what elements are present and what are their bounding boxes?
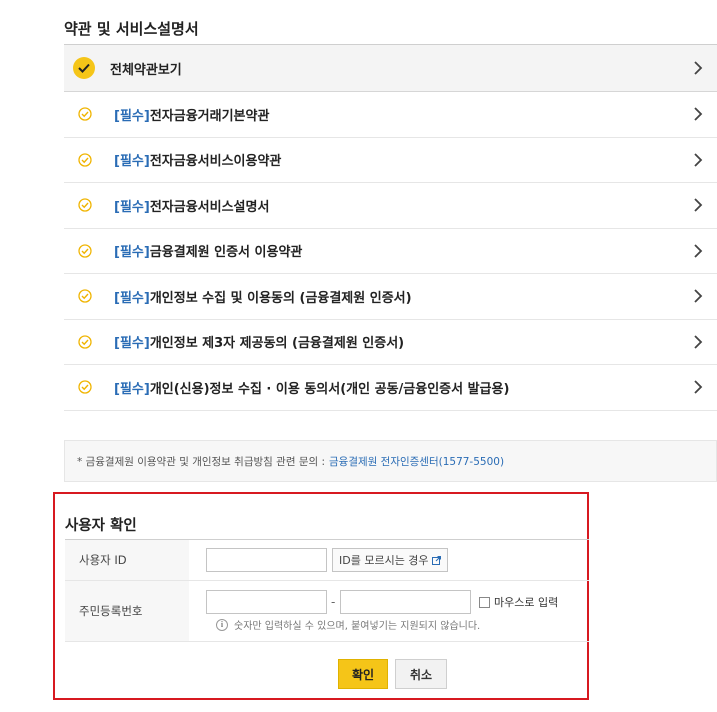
rrn-dash: - [331, 595, 336, 609]
rrn-hint-text: 숫자만 입력하실 수 있으며, 붙여넣기는 지원되지 않습니다. [234, 621, 481, 632]
notice-text: * 금융결제원 이용약관 및 개인정보 취급방침 관련 문의 : [77, 455, 326, 468]
term-row[interactable]: [필수]전자금융서비스설명서 [64, 183, 717, 229]
chevron-right-icon[interactable] [693, 335, 703, 349]
verify-title: 사용자 확인 [65, 518, 137, 534]
chevron-right-icon[interactable] [693, 61, 703, 75]
check-circle-outline-icon[interactable] [78, 198, 92, 212]
external-link-icon [431, 555, 441, 565]
find-id-label: ID를 모르시는 경우 [339, 554, 429, 567]
user-verify-panel: 사용자 확인 사용자 ID ID를 모르시는 경우 주민등록번호 - 마우스로 … [53, 492, 589, 700]
term-required-tag: [필수] [114, 290, 150, 306]
form-row-rrn: 주민등록번호 - 마우스로 입력 i 숫자만 입력하실 수 있으며, 붙여넣기는… [65, 581, 589, 642]
section-title: 약관 및 서비스설명서 [64, 20, 199, 38]
term-label: 개인정보 제3자 제공동의 (금융결제원 인증서) [149, 336, 405, 352]
chevron-right-icon[interactable] [693, 244, 703, 258]
confirm-button[interactable]: 확인 [338, 659, 388, 689]
term-required-tag: [필수] [114, 381, 150, 397]
check-circle-filled-icon[interactable] [73, 57, 95, 79]
chevron-right-icon[interactable] [693, 153, 703, 167]
term-label: 전자금융서비스설명서 [149, 199, 270, 215]
term-row[interactable]: [필수]전자금융서비스이용약관 [64, 138, 717, 183]
check-circle-outline-icon[interactable] [78, 289, 92, 303]
term-required-tag: [필수] [114, 154, 150, 170]
term-label: 전자금융거래기본약관 [149, 108, 270, 124]
cancel-button[interactable]: 취소 [395, 659, 447, 689]
chevron-right-icon[interactable] [693, 107, 703, 121]
chevron-right-icon[interactable] [693, 380, 703, 394]
term-required-tag: [필수] [114, 336, 150, 352]
info-icon: i [216, 618, 228, 631]
term-label: 개인(신용)정보 수집 · 이용 동의서(개인 공동/금융인증서 발급용) [149, 381, 510, 397]
verify-form: 사용자 ID ID를 모르시는 경우 주민등록번호 - 마우스로 입력 i 숫자… [65, 539, 589, 642]
term-row[interactable]: [필수]개인정보 수집 및 이용동의 (금융결제원 인증서) [64, 274, 717, 320]
find-id-button[interactable]: ID를 모르시는 경우 [332, 548, 448, 572]
chevron-right-icon[interactable] [693, 198, 703, 212]
check-circle-outline-icon[interactable] [78, 380, 92, 394]
term-label: 금융결제원 인증서 이용약관 [149, 245, 303, 261]
rrn-hint: i 숫자만 입력하실 수 있으며, 붙여넣기는 지원되지 않습니다. [216, 617, 480, 632]
term-row[interactable]: [필수]전자금융거래기본약관 [64, 92, 717, 138]
term-label: 전자금융서비스이용약관 [149, 154, 282, 170]
check-circle-outline-icon[interactable] [78, 153, 92, 167]
user-id-input[interactable] [206, 548, 327, 572]
cert-center-link[interactable]: 금융결제원 전자인증센터(1577-5500) [329, 454, 504, 469]
term-row[interactable]: [필수]개인(신용)정보 수집 · 이용 동의서(개인 공동/금융인증서 발급용… [64, 365, 717, 411]
mouse-input-label: 마우스로 입력 [494, 596, 559, 609]
term-label: 개인정보 수집 및 이용동의 (금융결제원 인증서) [149, 290, 412, 306]
inquiry-notice: * 금융결제원 이용약관 및 개인정보 취급방침 관련 문의 : 금융결제원 전… [64, 440, 717, 482]
form-row-user-id: 사용자 ID ID를 모르시는 경우 [65, 540, 589, 581]
rrn-label: 주민등록번호 [65, 581, 189, 641]
rrn-back-input[interactable] [340, 590, 471, 614]
term-required-tag: [필수] [114, 108, 150, 124]
user-id-label: 사용자 ID [65, 540, 189, 580]
check-circle-outline-icon[interactable] [78, 244, 92, 258]
terms-list: 전체약관보기 [필수]전자금융거래기본약관 [필수]전자금융서비스이용약관 [필… [64, 44, 717, 411]
term-row[interactable]: [필수]개인정보 제3자 제공동의 (금융결제원 인증서) [64, 320, 717, 365]
chevron-right-icon[interactable] [693, 289, 703, 303]
term-required-tag: [필수] [114, 199, 150, 215]
mouse-input-toggle[interactable]: 마우스로 입력 [479, 594, 558, 610]
mouse-input-checkbox[interactable] [479, 596, 490, 608]
rrn-front-input[interactable] [206, 590, 327, 614]
check-circle-outline-icon[interactable] [78, 335, 92, 349]
check-circle-outline-icon[interactable] [78, 107, 92, 121]
term-required-tag: [필수] [114, 245, 150, 261]
term-all-label: 전체약관보기 [110, 62, 182, 78]
term-row-all[interactable]: 전체약관보기 [64, 45, 717, 92]
term-row[interactable]: [필수]금융결제원 인증서 이용약관 [64, 229, 717, 274]
